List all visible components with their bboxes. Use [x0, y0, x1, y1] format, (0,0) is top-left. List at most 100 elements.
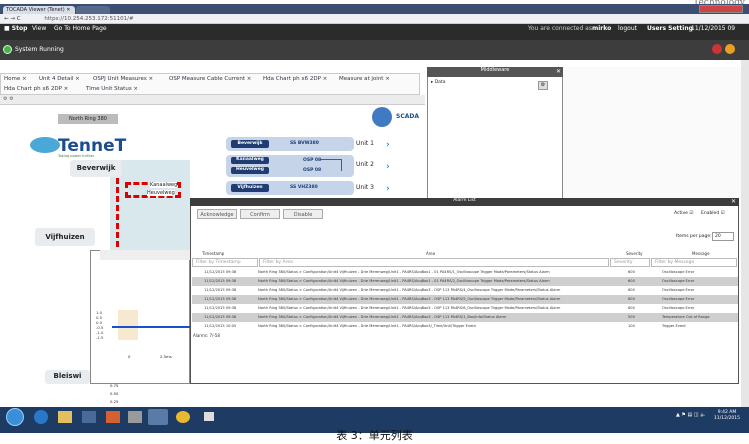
row-timestamp: 11/12/2015 09:38 — [204, 306, 237, 310]
table-row[interactable]: 11/12/2015 09:38 North Ring 380/Status > … — [192, 277, 738, 286]
active-checkbox[interactable]: Active ☑ — [674, 211, 693, 216]
col-area[interactable]: Area — [426, 251, 435, 256]
table-row[interactable]: 11/12/2015 09:38 North Ring 380/Status > … — [192, 304, 738, 313]
address-bar[interactable]: ← → C https://10.254.253.172:51101/# — [0, 14, 749, 24]
items-per-page-label: Items per page: — [676, 234, 712, 239]
row-area: North Ring 380/Status > Configuration/Un… — [258, 306, 561, 310]
acknowledge-button[interactable]: Acknowledge — [197, 209, 237, 219]
user-icon[interactable] — [725, 44, 735, 54]
row-severity: 500 — [628, 315, 635, 319]
explorer-icon[interactable] — [58, 411, 72, 423]
tennet-tagline: Taking power further — [58, 154, 95, 158]
alarm-close-icon[interactable]: ✕ — [731, 198, 736, 205]
chart-window-header — [100, 250, 190, 260]
items-per-page-input[interactable]: 20 — [712, 232, 734, 241]
back-icon[interactable]: ← — [4, 16, 9, 22]
row-message: Oscilloscope Error — [662, 288, 695, 292]
tab-measure-joint[interactable]: Measure at joint × — [339, 76, 390, 82]
place-bleiswijk: Bleiswi — [45, 370, 90, 384]
browser-new-tab[interactable] — [76, 6, 110, 14]
network-app-icon[interactable] — [128, 411, 142, 423]
middleware-tree-item[interactable]: ▸ Data — [431, 80, 445, 85]
url-text[interactable]: https://10.254.253.172:51101/# — [44, 16, 133, 22]
row-message: Oscilloscope Error — [662, 279, 695, 283]
unit2-arrow-icon[interactable]: › — [386, 162, 390, 172]
tennet-brand: TenneT — [58, 136, 127, 156]
tab-ospj-measures[interactable]: OSPJ Unit Measures × — [93, 76, 153, 82]
start-icon[interactable] — [6, 408, 24, 426]
media-icon[interactable] — [82, 411, 96, 423]
middleware-close-icon[interactable]: ✕ — [556, 68, 561, 75]
table-row[interactable]: 11/12/2015 09:38 North Ring 380/Status > … — [192, 286, 738, 295]
window-controls[interactable] — [699, 5, 743, 13]
filter-timestamp-text: Filter by Timestamp — [196, 260, 241, 265]
unit1-station: Beverwijk — [231, 140, 269, 148]
tab-osp-cable[interactable]: OSP Measure Cable Current × — [169, 76, 251, 82]
chart-series-line — [112, 326, 190, 328]
unit2-label: Unit 2 — [356, 161, 374, 168]
filter-area[interactable]: Filter by Area — [259, 258, 609, 267]
row-area: North Ring 380/Status > Configuration/Un… — [258, 270, 550, 274]
col-timestamp[interactable]: Timestamp — [202, 251, 224, 256]
table-row[interactable]: 11/12/2015 10:05 North Ring 380/Status > … — [192, 322, 738, 331]
firefox-icon[interactable] — [176, 411, 190, 423]
x-tick: 2.5ms — [160, 354, 172, 359]
users-setting-link[interactable]: Users Setting — [647, 25, 693, 32]
unit1-arrow-icon[interactable]: › — [386, 140, 390, 150]
alarm-icon[interactable] — [712, 44, 722, 54]
unit2-link — [320, 159, 342, 171]
confirm-button[interactable]: Confirm — [240, 209, 280, 219]
disable-button[interactable]: Disable — [283, 209, 323, 219]
middleware-settings-icon[interactable]: ⚙ — [538, 81, 548, 90]
row-severity: 600 — [628, 297, 635, 301]
tab-hda-chart-2[interactable]: Hda Chart ph x6 2DP × — [4, 86, 68, 92]
terminal-icon[interactable] — [204, 412, 214, 421]
row-area: North Ring 380/Status > Configuration/Un… — [258, 297, 561, 301]
place-vijfhuizen: Vijfhuizen — [35, 228, 95, 246]
filter-message[interactable]: Filter by Message — [651, 258, 737, 267]
col-severity[interactable]: Severity — [626, 251, 643, 256]
row-timestamp: 11/12/2015 09:38 — [204, 315, 237, 319]
row-message: Trigger Event — [662, 324, 686, 328]
row-area: North Ring 380/Status > Configuration/Un… — [258, 315, 507, 319]
chart-y-ticks: 1.0 0.5 0.0 -0.5 -1.0 -1.5 — [96, 310, 103, 340]
tab-hda-chart[interactable]: Hda Chart ph x6 2DP × — [263, 76, 327, 82]
app-icon[interactable] — [106, 411, 120, 423]
stop-menu[interactable]: ■ Stop — [4, 25, 27, 32]
unit3-label: Unit 3 — [356, 184, 374, 191]
tray-icons[interactable]: ▲ ⚑ ▤ ◫ 🔈 — [676, 412, 706, 418]
tray-clock[interactable]: 9:42 AM 11/12/2015 — [714, 410, 740, 422]
unit3-arrow-icon[interactable]: › — [386, 184, 390, 194]
view-menu[interactable]: View — [32, 25, 46, 32]
tab-time-unit[interactable]: Time Unit Status × — [86, 86, 138, 92]
chrome-task-icon[interactable] — [148, 409, 168, 425]
col-message[interactable]: Message — [692, 251, 710, 256]
row-severity: 600 — [628, 270, 635, 274]
filter-severity[interactable]: Severity — [610, 258, 650, 267]
filter-area-text: Filter by Area — [263, 260, 293, 265]
filter-timestamp[interactable]: Filter by Timestamp — [192, 258, 258, 267]
logout-link[interactable]: logout — [618, 25, 637, 32]
view-tabs: Home × Unit 4 Detail × OSPJ Unit Measure… — [0, 73, 420, 95]
tab-home[interactable]: Home × — [4, 76, 27, 82]
tab-unit4-detail[interactable]: Unit 4 Detail × — [39, 76, 80, 82]
home-menu[interactable]: Go To Home Page — [54, 25, 107, 32]
scada-logo-icon — [372, 107, 392, 127]
forward-icon[interactable]: → — [10, 16, 15, 22]
page-scrollbar[interactable] — [741, 60, 749, 407]
x-tick: 0 — [128, 354, 131, 359]
table-row[interactable]: 11/12/2015 09:38 North Ring 380/Status > … — [192, 268, 738, 277]
enabled-checkbox[interactable]: Enabled ☑ — [701, 211, 725, 216]
y-tick: -1.5 — [96, 335, 104, 340]
tennet-logo-icon — [30, 137, 60, 153]
middleware-title: Middleware — [427, 67, 563, 77]
unit1-code: SS BVW380 — [290, 141, 319, 146]
ie-icon[interactable] — [34, 410, 48, 424]
table-row[interactable]: 11/12/2015 09:38 North Ring 380/Status > … — [192, 295, 738, 304]
filter-message-text: Filter by Message — [655, 260, 695, 265]
browser-tab[interactable]: TOCADA Viewer (Tenet) ✕ — [3, 6, 75, 14]
unit3-station: Vijfhuizen — [231, 184, 269, 192]
table-row[interactable]: 11/12/2015 09:38 North Ring 380/Status > … — [192, 313, 738, 322]
reload-icon[interactable]: C — [17, 16, 21, 22]
status-bar — [0, 40, 749, 60]
